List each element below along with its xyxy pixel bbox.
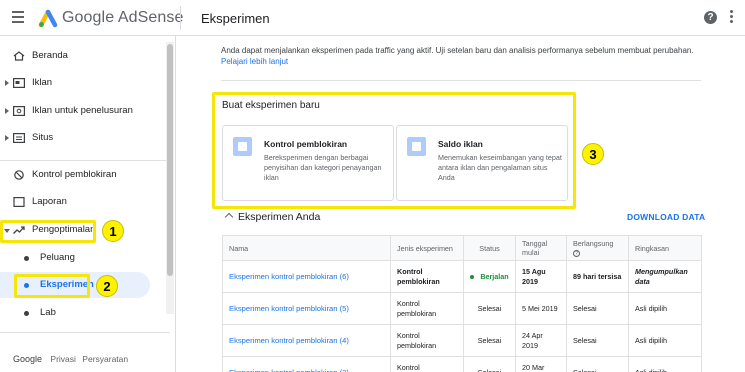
- chevron-up-icon[interactable]: [224, 212, 234, 222]
- sidebar-footer: Google Privasi Persyaratan: [13, 354, 132, 364]
- block-icon: [14, 170, 24, 180]
- experiment-type: Kontrol pemblokiran: [390, 324, 464, 357]
- intro-body: Anda dapat menjalankan eksperimen pada t…: [221, 46, 694, 55]
- experiments-table: Nama Jenis eksperimen Status Tanggal mul…: [222, 235, 702, 372]
- experiment-summary: Asli dipilih: [628, 324, 702, 357]
- experiment-duration: Selesai: [566, 324, 629, 357]
- sidebar-item-label: Iklan: [32, 77, 53, 88]
- table-row[interactable]: Eksperimen kontrol pemblokiran (3) Kontr…: [222, 356, 702, 372]
- experiment-summary: Mengumpulkan data: [628, 260, 702, 293]
- terms-link[interactable]: Persyaratan: [82, 354, 128, 364]
- experiment-status: Berjalan: [463, 260, 516, 293]
- page-title: Eksperimen: [201, 11, 270, 26]
- privacy-link[interactable]: Privasi: [50, 354, 76, 364]
- experiment-summary: Asli dipilih: [628, 356, 702, 372]
- experiment-duration: 89 hari tersisa: [566, 260, 629, 293]
- experiment-start-date: 24 Apr 2019: [515, 324, 567, 357]
- experiment-type: Kontrol pemblokiran: [390, 260, 464, 293]
- sidebar-item-laporan[interactable]: Laporan: [0, 190, 170, 216]
- sidebar-item-label: Kontrol pemblokiran: [32, 169, 117, 180]
- experiment-status: Selesai: [463, 356, 516, 372]
- bullet-icon: [24, 256, 29, 261]
- column-header-duration[interactable]: Berlangsung ?: [566, 235, 629, 261]
- table-header-row: Nama Jenis eksperimen Status Tanggal mul…: [222, 235, 702, 261]
- header-divider: [180, 6, 181, 30]
- more-vert-icon[interactable]: [730, 10, 734, 24]
- sidebar-item-label: Situs: [32, 132, 54, 143]
- experiment-type: Kontrol pemblokiran: [390, 292, 464, 325]
- sidebar-item-situs[interactable]: Situs: [0, 126, 170, 152]
- column-header[interactable]: Nama: [222, 235, 391, 261]
- sidebar-subitem-label: Peluang: [40, 252, 75, 263]
- sidebar-item-kontrol-pemblokiran[interactable]: Kontrol pemblokiran: [0, 163, 170, 189]
- caret-right-icon: [5, 108, 9, 114]
- sidebar-item-iklan[interactable]: Iklan: [0, 71, 170, 97]
- annotation-badge: 1: [102, 220, 124, 242]
- annotation-badge: 3: [582, 143, 604, 165]
- column-header[interactable]: Tanggal mulai: [515, 235, 567, 261]
- table-row[interactable]: Eksperimen kontrol pemblokiran (6) Kontr…: [222, 260, 702, 293]
- experiment-start-date: 20 Mar 2019: [515, 356, 567, 372]
- highlight-box-eksperimen: [14, 274, 90, 298]
- status-label: Berjalan: [480, 271, 509, 281]
- search-ads-icon: [13, 106, 25, 116]
- experiment-type: Kontrol pemblokiran: [390, 356, 464, 372]
- sidebar-subitem-peluang[interactable]: Peluang: [0, 245, 170, 271]
- sidebar-subitem-label: Lab: [40, 307, 56, 318]
- adsense-logo-icon: [38, 9, 58, 28]
- google-wordmark: Google: [13, 354, 43, 364]
- column-header[interactable]: Status: [463, 235, 516, 261]
- sidebar-item-label: Laporan: [32, 196, 67, 207]
- highlight-box-pengoptimalan: [0, 220, 96, 243]
- experiment-summary: Asli dipilih: [628, 292, 702, 325]
- intro-text: Anda dapat menjalankan eksperimen pada t…: [221, 45, 706, 67]
- experiment-name-link[interactable]: Eksperimen kontrol pemblokiran (5): [222, 292, 391, 325]
- ads-icon: [13, 78, 25, 88]
- sites-icon: [13, 133, 25, 143]
- sidebar: Beranda Iklan Iklan untuk penelusuran Si…: [0, 36, 176, 372]
- experiments-title: Eksperimen Anda: [238, 211, 321, 223]
- sidebar-subitem-lab[interactable]: Lab: [0, 300, 170, 326]
- experiment-status: Selesai: [463, 292, 516, 325]
- experiment-start-date: 15 Agu 2019: [515, 260, 567, 293]
- bullet-icon: [24, 311, 29, 316]
- table-row[interactable]: Eksperimen kontrol pemblokiran (5) Kontr…: [222, 292, 702, 325]
- experiment-duration: Selesai: [566, 292, 629, 325]
- caret-right-icon: [5, 80, 9, 86]
- help-icon[interactable]: ?: [704, 11, 717, 24]
- experiment-name-link[interactable]: Eksperimen kontrol pemblokiran (3): [222, 356, 391, 372]
- sidebar-footer-divider: [0, 332, 170, 333]
- annotation-badge: 2: [96, 275, 118, 297]
- sidebar-scrollbar-thumb[interactable]: [167, 44, 173, 276]
- sidebar-divider: [0, 160, 170, 161]
- column-header[interactable]: Jenis eksperimen: [390, 235, 464, 261]
- hamburger-menu-icon[interactable]: [12, 11, 24, 23]
- intro-divider: [221, 80, 701, 81]
- sidebar-item-label: Iklan untuk penelusuran: [32, 105, 133, 116]
- column-header-label: Berlangsung: [573, 239, 614, 248]
- sidebar-item-iklan-penelusuran[interactable]: Iklan untuk penelusuran: [0, 99, 170, 125]
- experiment-status: Selesai: [463, 324, 516, 357]
- column-header[interactable]: Ringkasan: [628, 235, 702, 261]
- brand-name: Google AdSense: [62, 9, 184, 26]
- sidebar-item-label: Beranda: [32, 50, 68, 61]
- status-running-dot-icon: [470, 274, 475, 279]
- caret-right-icon: [5, 135, 9, 141]
- top-app-bar: Google AdSense Eksperimen ?: [0, 0, 745, 36]
- home-icon: [13, 51, 25, 61]
- learn-more-link[interactable]: Pelajari lebih lanjut: [221, 57, 288, 66]
- experiment-start-date: 5 Mei 2019: [515, 292, 567, 325]
- experiment-duration: Selesai: [566, 356, 629, 372]
- experiment-name-link[interactable]: Eksperimen kontrol pemblokiran (6): [222, 260, 391, 293]
- experiment-name-link[interactable]: Eksperimen kontrol pemblokiran (4): [222, 324, 391, 357]
- download-data-button[interactable]: DOWNLOAD DATA: [627, 212, 705, 222]
- sidebar-item-beranda[interactable]: Beranda: [0, 44, 170, 70]
- report-icon: [13, 197, 25, 207]
- info-icon[interactable]: ?: [573, 249, 580, 257]
- table-row[interactable]: Eksperimen kontrol pemblokiran (4) Kontr…: [222, 324, 702, 357]
- highlight-box-create-experiment: [212, 92, 576, 209]
